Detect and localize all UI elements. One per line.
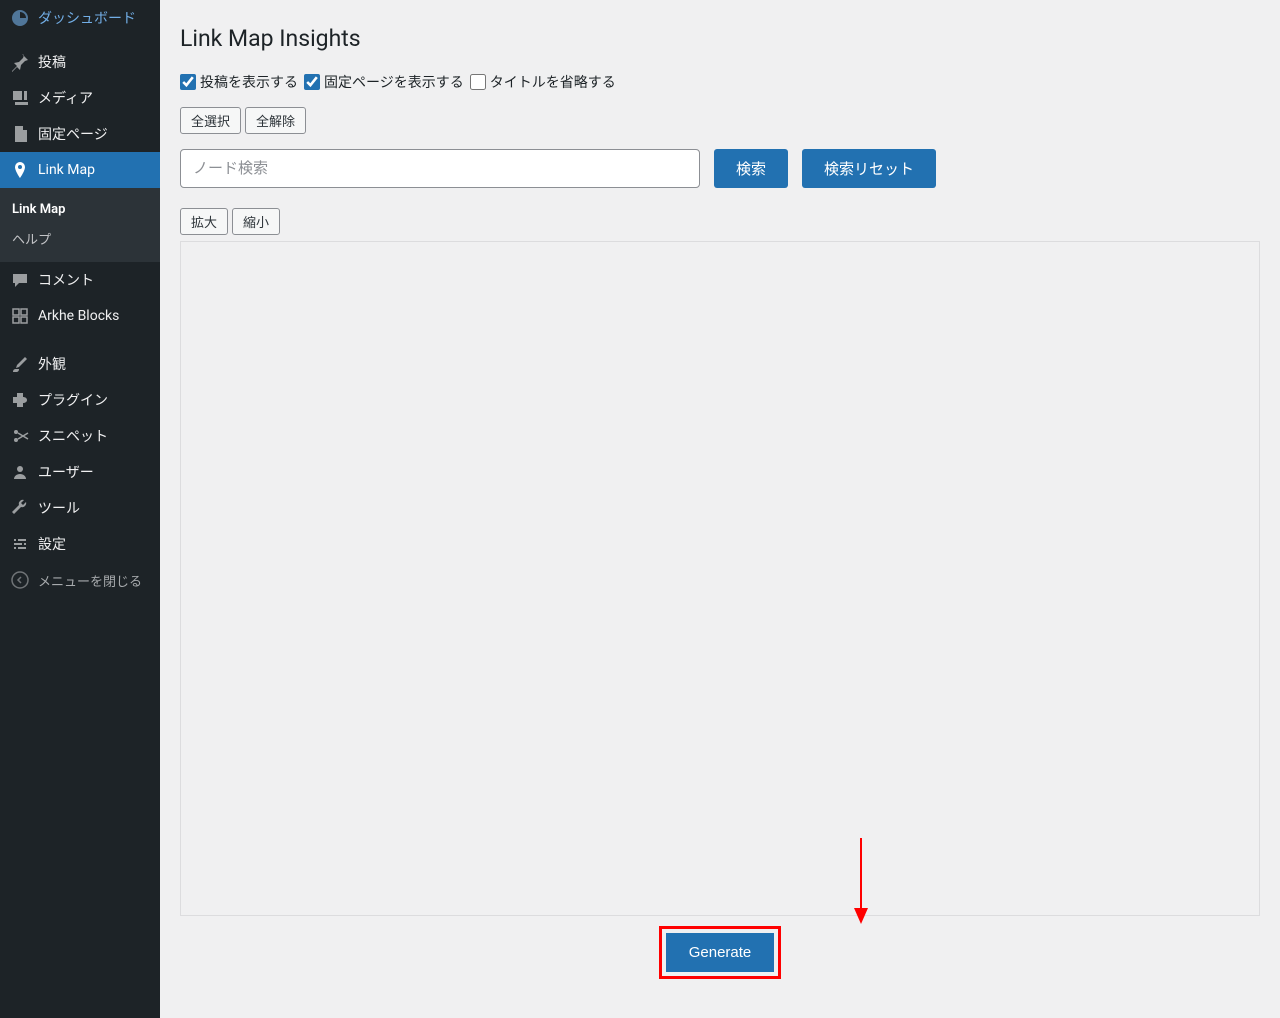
search-button[interactable]: 検索 xyxy=(714,149,788,188)
pushpin-icon xyxy=(10,52,30,72)
sidebar-label: Link Map xyxy=(38,162,95,178)
admin-sidebar: ダッシュボード 投稿 メディア 固定ページ Link Map Link Map … xyxy=(0,0,160,1018)
sidebar-label: 固定ページ xyxy=(38,124,108,144)
zoom-in-button[interactable]: 拡大 xyxy=(180,208,228,235)
sidebar-label: プラグイン xyxy=(38,390,108,410)
generate-highlight-box: Generate xyxy=(659,926,782,979)
sidebar-item-pages[interactable]: 固定ページ xyxy=(0,116,160,152)
comment-icon xyxy=(10,270,30,290)
selection-buttons-row: 全選択 全解除 xyxy=(180,107,1260,134)
node-search-input[interactable] xyxy=(180,149,700,188)
reset-search-button[interactable]: 検索リセット xyxy=(802,149,936,188)
sidebar-sub-link-map[interactable]: Link Map xyxy=(0,196,160,223)
deselect-all-button[interactable]: 全解除 xyxy=(245,107,306,134)
sidebar-label: ツール xyxy=(38,498,80,518)
brush-icon xyxy=(10,354,30,374)
display-options-row: 投稿を表示する 固定ページを表示する タイトルを省略する xyxy=(180,72,1260,92)
select-all-button[interactable]: 全選択 xyxy=(180,107,241,134)
sidebar-label: メディア xyxy=(38,88,93,108)
sidebar-label: ユーザー xyxy=(38,462,94,482)
sidebar-label: 投稿 xyxy=(38,52,66,72)
sidebar-item-settings[interactable]: 設定 xyxy=(0,526,160,562)
sidebar-item-comments[interactable]: コメント xyxy=(0,262,160,298)
show-pages-text: 固定ページを表示する xyxy=(324,72,464,92)
plugin-icon xyxy=(10,390,30,410)
sidebar-label: コメント xyxy=(38,270,94,290)
search-row: 検索 検索リセット xyxy=(180,149,1260,188)
show-pages-checkbox-label[interactable]: 固定ページを表示する xyxy=(304,72,464,92)
page-icon xyxy=(10,124,30,144)
sidebar-collapse-label: メニューを閉じる xyxy=(38,571,142,590)
settings-icon xyxy=(10,534,30,554)
sidebar-item-link-map[interactable]: Link Map xyxy=(0,152,160,188)
collapse-icon xyxy=(10,570,30,590)
abbreviate-titles-checkbox-label[interactable]: タイトルを省略する xyxy=(470,72,616,92)
sidebar-item-appearance[interactable]: 外観 xyxy=(0,346,160,382)
abbreviate-titles-text: タイトルを省略する xyxy=(490,72,616,92)
show-posts-checkbox-label[interactable]: 投稿を表示する xyxy=(180,72,298,92)
sidebar-item-posts[interactable]: 投稿 xyxy=(0,44,160,80)
sidebar-label: Arkhe Blocks xyxy=(38,308,119,324)
sidebar-item-snippets[interactable]: スニペット xyxy=(0,418,160,454)
zoom-buttons-row: 拡大 縮小 xyxy=(180,208,1260,235)
sidebar-item-dashboard[interactable]: ダッシュボード xyxy=(0,0,160,36)
abbreviate-titles-checkbox[interactable] xyxy=(470,74,486,90)
sidebar-label: 設定 xyxy=(38,534,66,554)
sidebar-item-users[interactable]: ユーザー xyxy=(0,454,160,490)
user-icon xyxy=(10,462,30,482)
sidebar-label: 外観 xyxy=(38,354,66,374)
sidebar-item-media[interactable]: メディア xyxy=(0,80,160,116)
sidebar-item-tools[interactable]: ツール xyxy=(0,490,160,526)
zoom-out-button[interactable]: 縮小 xyxy=(232,208,280,235)
arkhe-icon xyxy=(10,306,30,326)
page-title: Link Map Insights xyxy=(180,25,1260,52)
generate-button[interactable]: Generate xyxy=(666,933,775,972)
sidebar-submenu: Link Map ヘルプ xyxy=(0,188,160,262)
main-content: Link Map Insights 投稿を表示する 固定ページを表示する タイト… xyxy=(160,0,1280,1018)
sidebar-item-plugins[interactable]: プラグイン xyxy=(0,382,160,418)
link-map-canvas[interactable] xyxy=(180,241,1260,916)
wrench-icon xyxy=(10,498,30,518)
sidebar-label: ダッシュボード xyxy=(38,8,136,28)
sidebar-label: スニペット xyxy=(38,426,108,446)
generate-wrap: Generate xyxy=(180,926,1260,979)
media-icon xyxy=(10,88,30,108)
show-posts-checkbox[interactable] xyxy=(180,74,196,90)
sidebar-sub-help[interactable]: ヘルプ xyxy=(0,223,160,254)
sidebar-item-arkhe-blocks[interactable]: Arkhe Blocks xyxy=(0,298,160,334)
sidebar-collapse[interactable]: メニューを閉じる xyxy=(0,562,160,598)
show-pages-checkbox[interactable] xyxy=(304,74,320,90)
show-posts-text: 投稿を表示する xyxy=(200,72,298,92)
scissors-icon xyxy=(10,426,30,446)
dashboard-icon xyxy=(10,8,30,28)
location-icon xyxy=(10,160,30,180)
